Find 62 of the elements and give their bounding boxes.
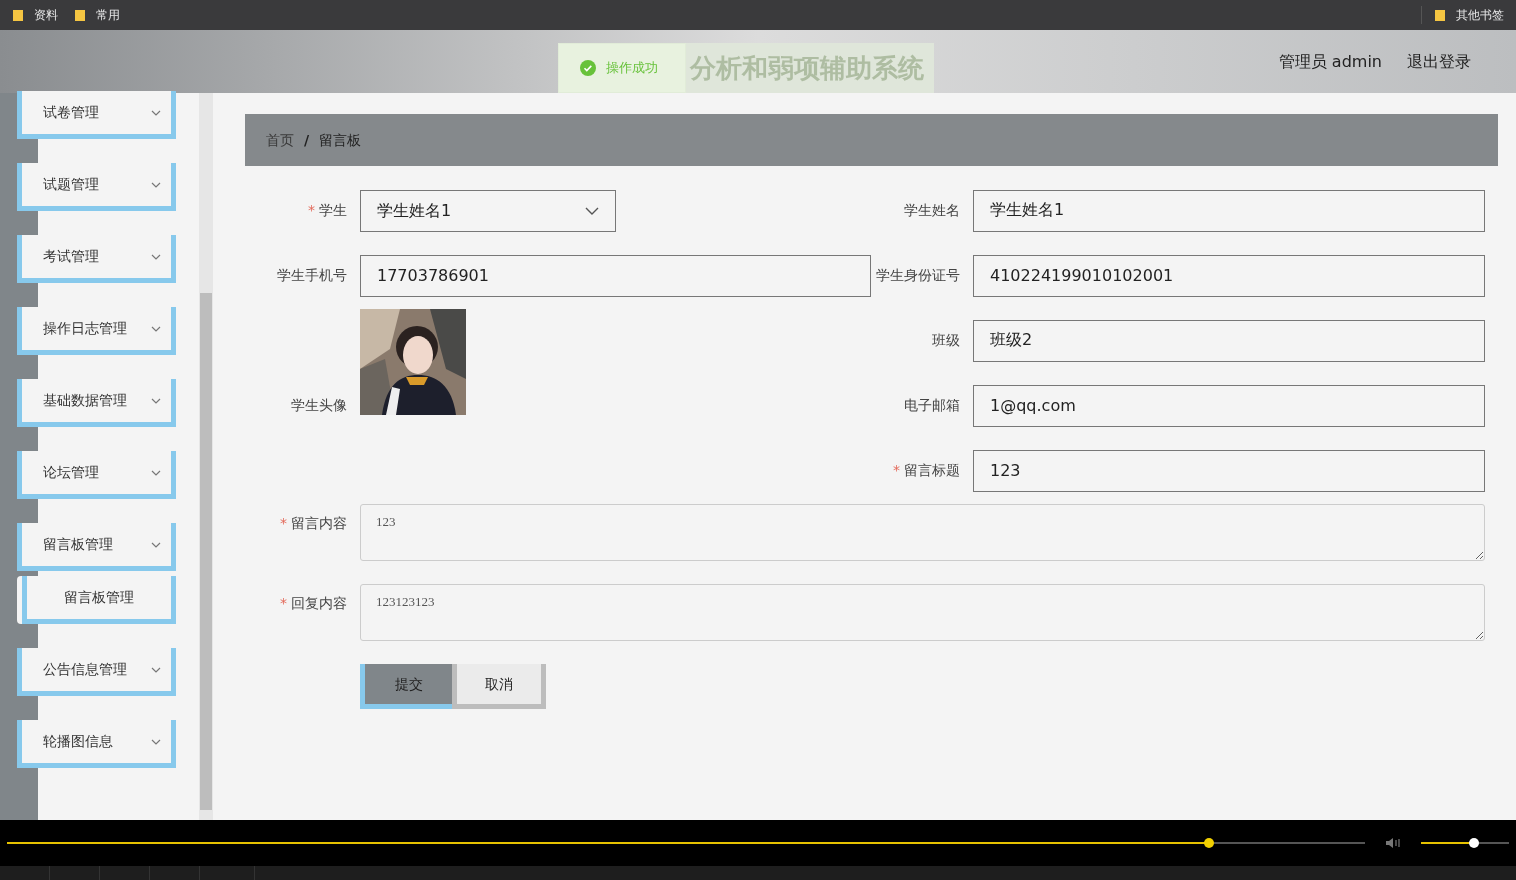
text-area[interactable]: 123123123 bbox=[360, 584, 1485, 641]
sidebar-item[interactable]: 留言板管理 bbox=[17, 523, 176, 571]
submit-button[interactable]: 提交 bbox=[360, 664, 452, 709]
folder-icon bbox=[74, 8, 86, 22]
field-label: 留言内容 bbox=[291, 514, 347, 533]
sidebar-subitem[interactable]: 留言板管理 bbox=[22, 576, 176, 624]
required-mark: * bbox=[308, 201, 315, 220]
bookmark[interactable]: 常用 bbox=[74, 6, 120, 24]
field-label: 学生头像 bbox=[291, 396, 347, 415]
toast-message: 操作成功 bbox=[606, 59, 658, 78]
input-field[interactable]: 班级2 bbox=[973, 319, 1485, 362]
sidebar-item[interactable]: 轮播图信息 bbox=[17, 720, 176, 768]
input-field[interactable]: 1@qq.com bbox=[973, 384, 1485, 427]
field-label: 学生 bbox=[319, 201, 347, 220]
cancel-button[interactable]: 取消 bbox=[452, 664, 546, 709]
progress-handle[interactable] bbox=[1203, 838, 1214, 848]
field-label: 班级 bbox=[932, 331, 960, 350]
field-label: 留言标题 bbox=[904, 461, 960, 480]
sidebar-item[interactable]: 试卷管理 bbox=[17, 91, 176, 139]
folder-icon bbox=[12, 8, 24, 22]
input-field[interactable]: 17703786901 bbox=[360, 254, 871, 297]
text-area[interactable]: 123 bbox=[360, 504, 1485, 561]
sidebar-item[interactable]: 公告信息管理 bbox=[17, 648, 176, 696]
required-mark: * bbox=[893, 461, 900, 480]
chevron-down-icon bbox=[151, 397, 161, 404]
required-mark: * bbox=[280, 514, 287, 533]
chevron-down-icon bbox=[151, 325, 161, 332]
field-label: 学生身份证号 bbox=[876, 266, 960, 285]
chevron-down-icon bbox=[151, 181, 161, 188]
bookmark[interactable]: 其他书签 bbox=[1434, 6, 1504, 24]
chevron-down-icon bbox=[585, 206, 599, 215]
sidebar-item[interactable]: 基础数据管理 bbox=[17, 379, 176, 427]
breadcrumb-item: 留言板 bbox=[319, 130, 362, 150]
folder-icon bbox=[1434, 8, 1446, 22]
chevron-down-icon bbox=[151, 666, 161, 673]
user-name: 管理员 admin bbox=[1278, 50, 1382, 73]
scrollbar[interactable] bbox=[199, 93, 213, 820]
field-label: 学生姓名 bbox=[904, 201, 960, 220]
chevron-down-icon bbox=[151, 738, 161, 745]
required-mark: * bbox=[280, 594, 287, 613]
input-field[interactable]: 学生姓名1 bbox=[973, 189, 1485, 232]
chevron-down-icon bbox=[151, 109, 161, 116]
bookmark[interactable]: 资料 bbox=[12, 6, 58, 24]
chevron-down-icon bbox=[151, 541, 161, 548]
sidebar-item[interactable]: 论坛管理 bbox=[17, 451, 176, 499]
input-field[interactable]: 123 bbox=[973, 449, 1485, 492]
speaker-icon[interactable] bbox=[1385, 837, 1401, 849]
field-label: 回复内容 bbox=[291, 594, 347, 613]
input-field[interactable]: 410224199010102001 bbox=[973, 254, 1485, 297]
field-label: 电子邮箱 bbox=[904, 396, 960, 415]
student-select[interactable]: 学生姓名1 bbox=[360, 189, 616, 232]
field-label: 学生手机号 bbox=[277, 266, 347, 285]
sidebar-item[interactable]: 考试管理 bbox=[17, 235, 176, 283]
chevron-down-icon bbox=[151, 469, 161, 476]
check-circle-icon bbox=[580, 60, 596, 76]
system-title: 分析和弱项辅助系统 bbox=[686, 43, 934, 93]
sidebar-item[interactable]: 试题管理 bbox=[17, 163, 176, 211]
breadcrumb-item: / bbox=[304, 130, 310, 150]
chevron-down-icon bbox=[151, 253, 161, 260]
volume-handle[interactable] bbox=[1468, 838, 1479, 848]
sidebar-item[interactable]: 操作日志管理 bbox=[17, 307, 176, 355]
logout-link[interactable]: 退出登录 bbox=[1407, 49, 1471, 74]
